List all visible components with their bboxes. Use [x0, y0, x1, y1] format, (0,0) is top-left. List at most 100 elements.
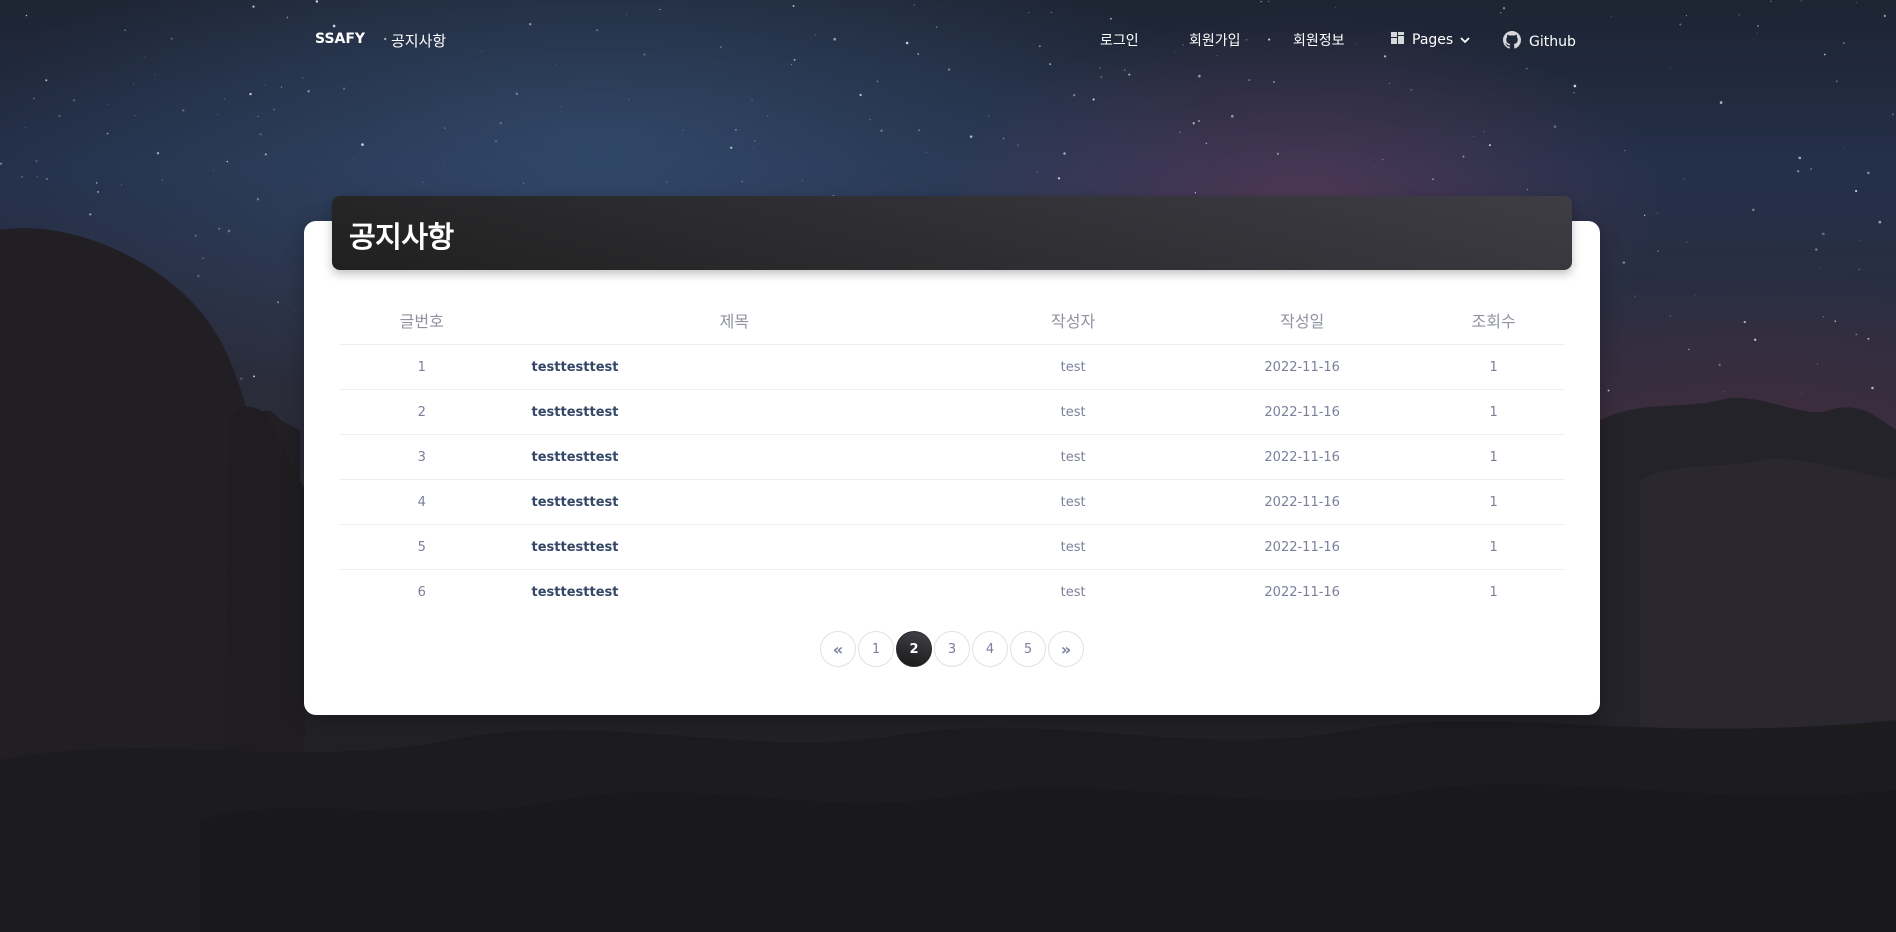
cell-views: 1	[1422, 389, 1565, 435]
star	[106, 132, 109, 135]
page-title: 공지사항	[349, 220, 454, 254]
star	[1756, 446, 1759, 449]
star	[1624, 150, 1626, 152]
nav-signup-label: 회원가입	[1189, 33, 1241, 49]
table-row[interactable]: 5 testtesttest test 2022-11-16 1	[339, 524, 1565, 570]
nav-github-link[interactable]: Github	[1503, 31, 1576, 53]
star	[988, 115, 990, 117]
table-row[interactable]: 6 testtesttest test 2022-11-16 1	[339, 570, 1565, 615]
star	[256, 198, 260, 201]
page-button-1[interactable]: 1	[858, 631, 894, 667]
star	[1723, 391, 1725, 393]
page-button-5[interactable]: 5	[1010, 631, 1046, 667]
nav-pages-dropdown[interactable]: Pages	[1391, 32, 1470, 48]
cell-title-link[interactable]: testtesttest	[505, 570, 965, 615]
star	[1801, 392, 1802, 394]
page-button-2-active[interactable]: 2	[896, 631, 932, 667]
star	[225, 438, 228, 441]
cell-title-link[interactable]: testtesttest	[504, 479, 965, 525]
star	[180, 499, 183, 502]
cell-writer: test	[964, 434, 1183, 480]
star	[442, 163, 444, 165]
cell-views: 1	[1422, 479, 1565, 525]
star	[120, 184, 123, 186]
header-writer: 작성자	[964, 296, 1183, 345]
star	[1680, 492, 1683, 494]
page-button-3[interactable]: 3	[934, 631, 970, 667]
cell-no: 4	[339, 479, 505, 525]
star	[1607, 389, 1610, 392]
star	[1388, 82, 1390, 84]
star	[217, 114, 219, 116]
star	[1683, 178, 1685, 180]
star	[1821, 232, 1825, 236]
star	[1553, 125, 1557, 128]
cell-views: 1	[1422, 434, 1565, 480]
star	[1573, 92, 1575, 94]
nav-notice-link[interactable]: 공지사항	[391, 30, 446, 51]
star	[926, 152, 927, 154]
star	[108, 375, 110, 377]
star	[20, 175, 24, 178]
star	[1634, 295, 1636, 297]
star	[1462, 155, 1465, 158]
star	[235, 478, 238, 481]
star	[1657, 212, 1658, 214]
star	[253, 375, 256, 378]
page-next-button[interactable]: »	[1048, 631, 1084, 667]
table-row[interactable]: 4 testtesttest test 2022-11-16 1	[339, 479, 1565, 525]
star	[515, 92, 519, 96]
star	[1810, 168, 1812, 170]
star	[682, 129, 684, 131]
star	[257, 115, 259, 118]
star	[13, 100, 15, 102]
star	[134, 114, 136, 116]
nav-member-info-link[interactable]: 회원정보	[1293, 30, 1345, 50]
star	[1017, 144, 1019, 146]
star	[741, 180, 743, 182]
cell-title-link[interactable]: testtesttest	[504, 389, 965, 435]
star	[197, 274, 200, 278]
cell-title-link[interactable]: testtesttest	[504, 344, 965, 390]
cell-writer: test	[1060, 584, 1086, 600]
nav-login-link[interactable]: 로그인	[1100, 30, 1139, 50]
star	[1858, 268, 1860, 271]
star	[1374, 166, 1375, 167]
star	[869, 119, 871, 121]
star	[969, 135, 973, 138]
star	[1817, 363, 1819, 365]
nav-pages-label: Pages	[1412, 32, 1454, 48]
table-row[interactable]: 2 testtesttest test 2022-11-16 1	[339, 389, 1565, 435]
star	[272, 108, 275, 111]
star	[97, 191, 99, 193]
cell-title-link[interactable]: testtesttest	[504, 524, 965, 570]
star	[158, 417, 160, 419]
page-prev-button[interactable]: «	[820, 631, 856, 667]
star	[1092, 98, 1095, 101]
star	[729, 146, 733, 150]
star	[89, 213, 92, 216]
star	[1878, 220, 1882, 224]
star	[859, 93, 862, 97]
cell-title-link[interactable]: testtesttest	[504, 434, 965, 480]
star	[802, 180, 804, 182]
star	[560, 106, 561, 108]
star	[1718, 363, 1721, 366]
star	[1205, 142, 1208, 145]
page-button-4[interactable]: 4	[972, 631, 1008, 667]
star	[124, 315, 127, 319]
star	[1611, 461, 1614, 464]
star	[45, 177, 48, 180]
nav-signup-link[interactable]: 회원가입	[1189, 30, 1241, 50]
star	[1488, 144, 1491, 147]
brand-link[interactable]: SSAFY	[315, 31, 365, 47]
table-row[interactable]: 1 testtesttest test 2022-11-16 1	[339, 344, 1565, 390]
header-date: 작성일	[1182, 296, 1423, 345]
star	[63, 278, 66, 281]
star	[1892, 113, 1894, 116]
star	[1472, 135, 1474, 137]
star	[1622, 261, 1626, 264]
table-row[interactable]: 3 testtesttest test 2022-11-16 1	[339, 434, 1565, 480]
nav-github-label: Github	[1529, 34, 1576, 50]
star	[33, 97, 35, 100]
